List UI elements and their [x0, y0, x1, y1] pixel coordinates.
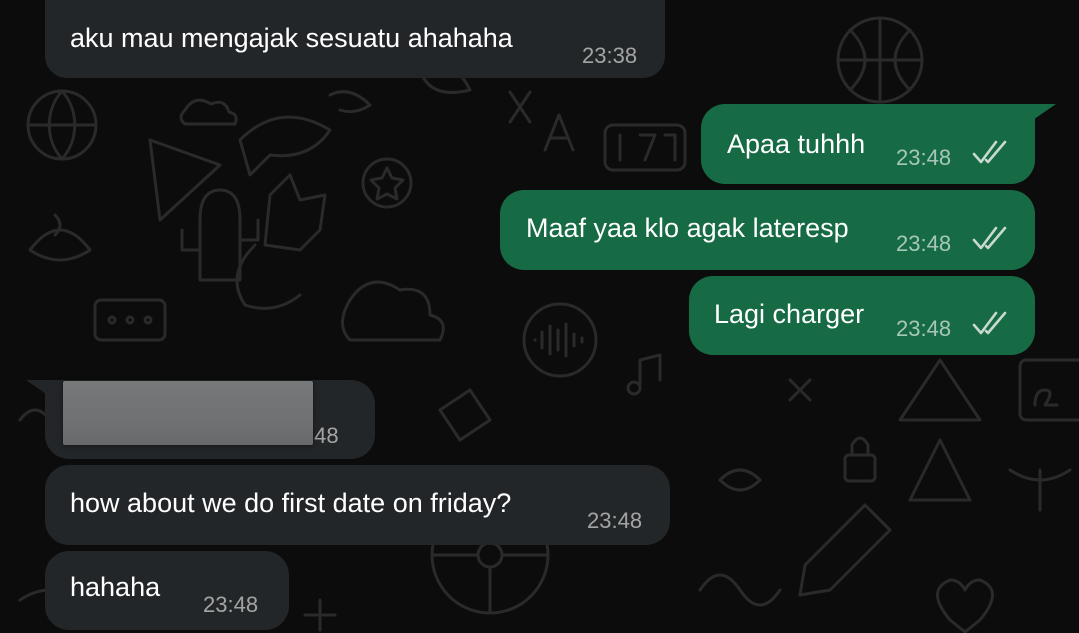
read-receipt-icon [972, 311, 1007, 335]
message-bubble-outgoing[interactable]: Maaf yaa klo agak lateresp 23:48 [500, 190, 1035, 270]
message-text: Lagi charger [714, 299, 865, 329]
message-time: 23:48 [896, 231, 952, 256]
message-text: Maaf yaa klo agak lateresp [526, 213, 849, 243]
read-receipt-icon [972, 140, 1007, 164]
message-bubble-incoming[interactable]: how about we do first date on friday? 23… [45, 465, 670, 545]
message-time: 23:48 [587, 508, 643, 533]
message-bubble-incoming[interactable]: hahaha 23:48 [45, 551, 289, 630]
message-time: 23:48 [203, 592, 259, 617]
chat-view: aku mau mengajak sesuatu ahahaha 23:38 A… [0, 0, 1079, 633]
message-text: aku mau mengajak sesuatu ahahaha [70, 23, 513, 53]
message-time: 23:38 [582, 43, 638, 68]
message-bubble-incoming[interactable]: aku mau mengajak sesuatu ahahaha 23:38 [45, 0, 665, 78]
read-receipt-icon [972, 226, 1007, 250]
message-text: Apaa tuhhh [727, 129, 866, 159]
message-text: how about we do first date on friday? [70, 488, 512, 518]
message-bubble-outgoing[interactable]: Lagi charger 23:48 [689, 276, 1035, 355]
message-time: 23:48 [896, 316, 952, 341]
message-bubble-outgoing[interactable]: Apaa tuhhh 23:48 [701, 104, 1035, 184]
message-time: 23:48 [896, 145, 952, 170]
redacted-message-content [63, 381, 313, 445]
message-text: hahaha [70, 572, 161, 602]
